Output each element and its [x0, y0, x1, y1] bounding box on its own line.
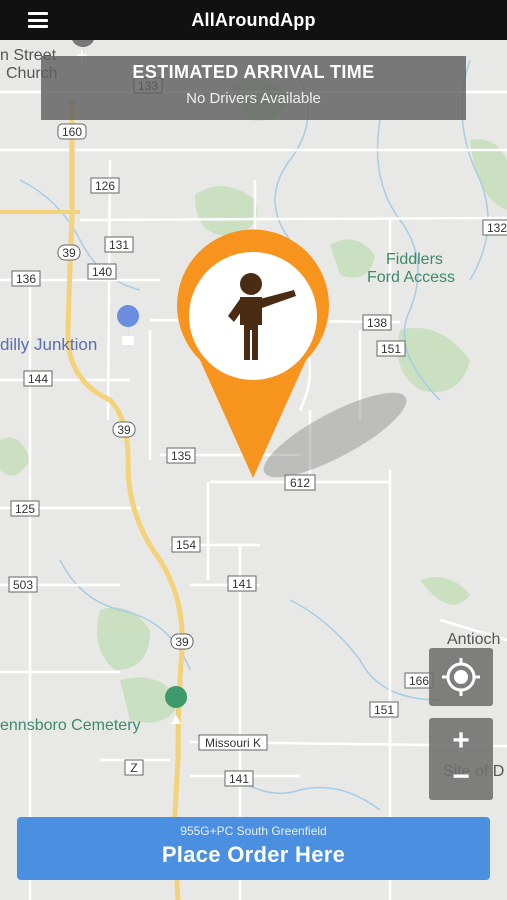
road-shield: Missouri K	[198, 734, 268, 751]
road-shield: 125	[10, 500, 40, 517]
svg-text:154: 154	[176, 538, 196, 552]
place-label: ennsboro Cemetery	[0, 717, 141, 734]
place-label: Antioch	[447, 631, 500, 648]
road-shield: 135	[166, 447, 196, 464]
road-shield: 151	[376, 340, 406, 357]
svg-text:132: 132	[487, 221, 507, 235]
place-label: Ford Access	[367, 269, 455, 286]
svg-text:39: 39	[175, 635, 189, 649]
svg-text:Missouri K: Missouri K	[205, 736, 261, 750]
svg-text:125: 125	[15, 502, 35, 516]
svg-text:141: 141	[229, 772, 249, 786]
zoom-out-button[interactable]: −	[429, 762, 493, 792]
svg-text:151: 151	[381, 342, 401, 356]
road-shield: Z	[124, 759, 144, 776]
road-shield: 144	[23, 370, 53, 387]
svg-text:135: 135	[171, 449, 191, 463]
svg-text:126: 126	[95, 179, 115, 193]
svg-text:131: 131	[109, 238, 129, 252]
place-label: dilly Junktion	[0, 335, 97, 354]
svg-text:144: 144	[28, 372, 48, 386]
place-label: Fiddlers	[386, 251, 443, 268]
svg-text:138: 138	[367, 316, 387, 330]
stream	[239, 779, 381, 811]
road	[79, 216, 507, 222]
svg-text:141: 141	[232, 577, 252, 591]
svg-text:166: 166	[409, 674, 429, 688]
app-header: AllAroundApp	[0, 0, 507, 40]
road-shield: 503	[8, 576, 38, 593]
pickup-address: 955G+PC South Greenfield	[180, 824, 327, 838]
svg-text:Z: Z	[130, 761, 137, 775]
hamburger-menu-icon[interactable]	[26, 10, 50, 30]
crosshair-locate-icon	[442, 658, 480, 696]
svg-text:136: 136	[16, 272, 36, 286]
post-office-icon	[117, 305, 140, 357]
road-shield: 132	[482, 219, 507, 236]
zoom-in-button[interactable]: +	[429, 726, 493, 756]
svg-text:503: 503	[13, 578, 33, 592]
svg-text:151: 151	[374, 703, 394, 717]
road-shield: 131	[104, 236, 134, 253]
app-title: AllAroundApp	[191, 9, 316, 30]
road-shield: 39	[170, 633, 194, 650]
road-shield: 160	[57, 123, 87, 140]
road-shield: 612	[284, 474, 316, 491]
road-shield: 151	[369, 701, 399, 718]
road-shield: 154	[171, 536, 201, 553]
eta-panel: ESTIMATED ARRIVAL TIME No Drivers Availa…	[41, 56, 466, 120]
map-view[interactable]: n Street Church Fiddlers Ford Access dil…	[0, 40, 507, 900]
svg-text:160: 160	[62, 125, 82, 139]
svg-text:39: 39	[62, 246, 76, 260]
svg-text:612: 612	[290, 476, 310, 490]
road-shield: 140	[87, 263, 117, 280]
road-shield: 126	[90, 177, 120, 194]
zoom-control: + −	[429, 718, 493, 800]
road-shield: 39	[112, 421, 136, 438]
svg-text:140: 140	[92, 265, 112, 279]
road-shield: 136	[11, 270, 41, 287]
road-shield: 39	[57, 244, 81, 261]
svg-text:39: 39	[117, 423, 131, 437]
road-shield: 141	[227, 575, 257, 592]
park-area	[0, 437, 30, 476]
park-area	[397, 328, 470, 392]
park-area	[195, 186, 258, 236]
road-shield: 141	[224, 770, 254, 787]
place-order-label: Place Order Here	[161, 842, 346, 867]
eta-status: No Drivers Available	[186, 90, 321, 107]
park-area	[420, 577, 470, 605]
road-shield: 138	[362, 314, 392, 331]
eta-title: ESTIMATED ARRIVAL TIME	[132, 62, 375, 82]
place-order-button[interactable]: 955G+PC South Greenfield Place Order Her…	[17, 817, 490, 880]
locate-button[interactable]	[429, 648, 493, 706]
